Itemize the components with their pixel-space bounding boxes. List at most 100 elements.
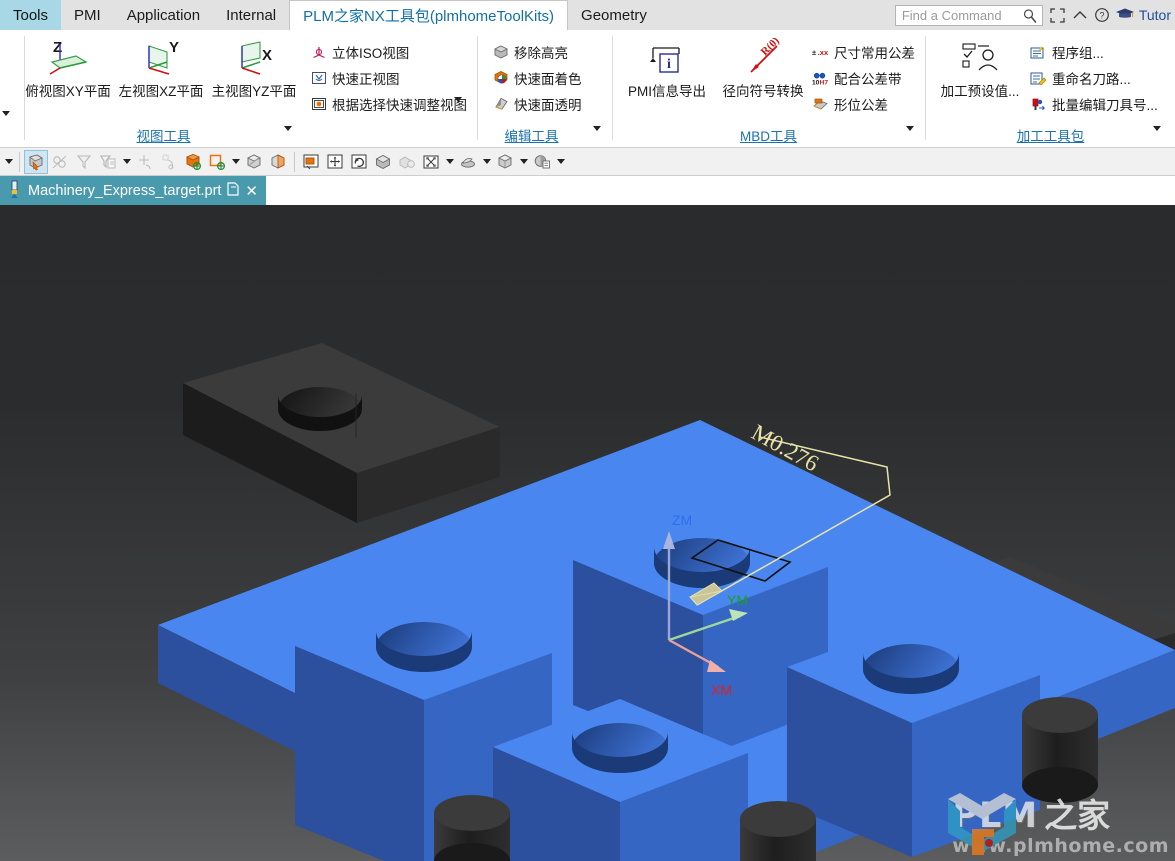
qat-overflow-caret[interactable]: [2, 150, 15, 174]
tutor-button[interactable]: Tutor: [1115, 7, 1175, 24]
pan-icon[interactable]: [323, 150, 347, 174]
orient-view-caret[interactable]: [517, 150, 530, 174]
close-icon[interactable]: ✕: [245, 182, 258, 200]
button-program-group[interactable]: 程序组...: [1030, 40, 1104, 64]
ribbon-group-view-tools-commands: 立体ISO视图 快速正视图 根据选择快速调整视图: [304, 30, 474, 148]
button-quick-face-transparency[interactable]: 快速面透明: [492, 92, 582, 116]
fit-tolerance-band-icon: 10 H7: [812, 70, 829, 87]
chevron-down-icon: [906, 126, 914, 146]
svg-text:.xx: .xx: [818, 48, 829, 57]
graphics-viewport[interactable]: M0.276 ZM YM XM PLM 之家 www.plmhome.com: [0, 205, 1175, 861]
snap-point-icon[interactable]: [133, 150, 157, 174]
button-remove-highlight[interactable]: 移除高亮: [492, 40, 568, 64]
button-label: 程序组...: [1052, 46, 1104, 61]
ribbon-tab-tools[interactable]: Tools: [0, 0, 62, 30]
ribbon-overflow-caret-left[interactable]: [2, 111, 10, 134]
view-section-caret[interactable]: [554, 150, 567, 174]
select-objects-icon[interactable]: [24, 149, 48, 174]
collapse-ribbon-icon[interactable]: [1069, 4, 1091, 26]
toolbar-separator: [294, 151, 295, 172]
button-geometric-tolerance[interactable]: 形位公差: [812, 92, 888, 116]
button-front-view-yz-plane[interactable]: X 主视图YZ平面: [211, 36, 297, 99]
graduation-cap-icon: [1115, 7, 1135, 24]
button-left-view-xz-plane[interactable]: Y 左视图XZ平面: [118, 36, 204, 99]
ribbon-tab-pmi[interactable]: PMI: [61, 0, 114, 30]
chevron-down-icon: [2, 111, 10, 133]
fit-view-icon[interactable]: [299, 150, 323, 174]
select-face-icon[interactable]: [205, 150, 229, 174]
chevron-down-icon: [482, 159, 491, 164]
ribbon-tab-application[interactable]: Application: [114, 0, 213, 30]
button-batch-edit-tool-number[interactable]: 批量编辑刀具号...: [1030, 92, 1158, 116]
button-iso-view[interactable]: 立体ISO视图: [310, 40, 409, 64]
button-fit-tolerance-band[interactable]: 10 H7 配合公差带: [812, 66, 902, 90]
view-tools-more-caret[interactable]: [454, 97, 462, 120]
search-icon[interactable]: [1022, 8, 1038, 29]
selection-filter-list-icon[interactable]: [96, 150, 120, 174]
triad-label-ym: YM: [727, 592, 748, 608]
zoom-caret[interactable]: [443, 150, 456, 174]
group-dialog-launcher-icon[interactable]: [1153, 126, 1161, 146]
button-pmi-export[interactable]: i PMI信息导出: [621, 36, 713, 99]
button-label: PMI信息导出: [627, 84, 706, 99]
group-caption-edit-tools[interactable]: 编辑工具: [478, 126, 611, 146]
button-machining-presets[interactable]: 加工预设值...: [930, 36, 1030, 99]
group-caption-mbd-tools[interactable]: MBD工具: [613, 126, 924, 146]
button-label: 批量编辑刀具号...: [1052, 98, 1158, 113]
batch-edit-tool-number-icon: [1030, 96, 1047, 113]
select-scope-caret[interactable]: [229, 150, 242, 174]
ribbon-group-machining-tools: 加工预设值... 程序组... 重命名刀路... 批量编辑刀具号... 加工工具…: [926, 30, 1175, 148]
selection-filter-caret[interactable]: [120, 150, 133, 174]
select-feature-icon[interactable]: [48, 150, 72, 174]
perspective-icon[interactable]: [456, 150, 480, 174]
group-dialog-launcher-icon[interactable]: [284, 126, 292, 146]
perspective-caret[interactable]: [480, 150, 493, 174]
button-label: 立体ISO视图: [332, 46, 410, 61]
button-label: 重命名刀路...: [1052, 72, 1131, 87]
button-quick-front-view[interactable]: 快速正视图: [310, 66, 400, 90]
orient-view-icon[interactable]: [493, 150, 517, 174]
ribbon-group-mbd-tools: i PMI信息导出 R(0) 径向符号转换 ± .xx 尺寸常用公差 10 H7…: [613, 30, 924, 148]
fullscreen-icon[interactable]: [1047, 4, 1069, 26]
filter-icon[interactable]: [72, 150, 96, 174]
toolbar-separator: [19, 151, 20, 172]
ribbon-tab-plmhome-toolkits[interactable]: PLM之家NX工具包(plmhomeToolKits): [289, 0, 569, 30]
shaded-body-icon[interactable]: [242, 150, 266, 174]
group-content: i PMI信息导出 R(0) 径向符号转换 ± .xx 尺寸常用公差 10 H7…: [613, 34, 924, 122]
select-solid-icon[interactable]: [181, 150, 205, 174]
group-caption-machining-tools[interactable]: 加工工具包: [926, 126, 1175, 146]
radial-symbol-convert-icon: R(0): [717, 36, 809, 82]
view-section-icon[interactable]: [530, 150, 554, 174]
group-caption-label: MBD工具: [740, 129, 797, 144]
shaded-render-icon[interactable]: [371, 150, 395, 174]
button-label: 配合公差带: [834, 72, 902, 87]
button-label: 俯视图XY平面: [25, 84, 111, 99]
rotate-icon[interactable]: [347, 150, 371, 174]
find-command-box[interactable]: [894, 4, 1043, 29]
search-input[interactable]: [899, 5, 1026, 25]
group-dialog-launcher-icon[interactable]: [906, 126, 914, 146]
button-label: 移除高亮: [514, 46, 568, 61]
button-radial-symbol-convert[interactable]: R(0) 径向符号转换: [717, 36, 809, 99]
ribbon-tab-geometry[interactable]: Geometry: [568, 0, 660, 30]
group-dialog-launcher-icon[interactable]: [593, 126, 601, 146]
remove-highlight-icon: [492, 44, 509, 61]
help-icon[interactable]: ?: [1091, 4, 1113, 26]
shaded-with-edges-icon[interactable]: [395, 150, 419, 174]
zoom-window-icon[interactable]: [419, 150, 443, 174]
document-tab[interactable]: Machinery_Express_target.prt ✕: [0, 176, 266, 205]
chevron-down-icon: [445, 159, 454, 164]
button-rename-toolpath[interactable]: 重命名刀路...: [1030, 66, 1131, 90]
button-label: 快速正视图: [332, 72, 400, 87]
button-quick-face-color[interactable]: 快速面着色: [492, 66, 582, 90]
view-xy-plane-icon: Z: [25, 36, 111, 82]
button-top-view-xy-plane[interactable]: Z 俯视图XY平面: [25, 36, 111, 99]
button-dimension-tolerance[interactable]: ± .xx 尺寸常用公差: [812, 40, 915, 64]
group-caption-view-tools[interactable]: 视图工具: [25, 126, 302, 146]
document-tab-title: Machinery_Express_target.prt: [28, 182, 222, 199]
ribbon-tab-internal[interactable]: Internal: [213, 0, 289, 30]
ribbon-group-edit-tools: 移除高亮 快速面着色 快速面透明 编辑工具: [478, 30, 611, 148]
button-fit-view-to-selection[interactable]: 根据选择快速调整视图: [310, 92, 467, 116]
transparent-body-icon[interactable]: [266, 150, 290, 174]
snap-curve-icon[interactable]: [157, 150, 181, 174]
